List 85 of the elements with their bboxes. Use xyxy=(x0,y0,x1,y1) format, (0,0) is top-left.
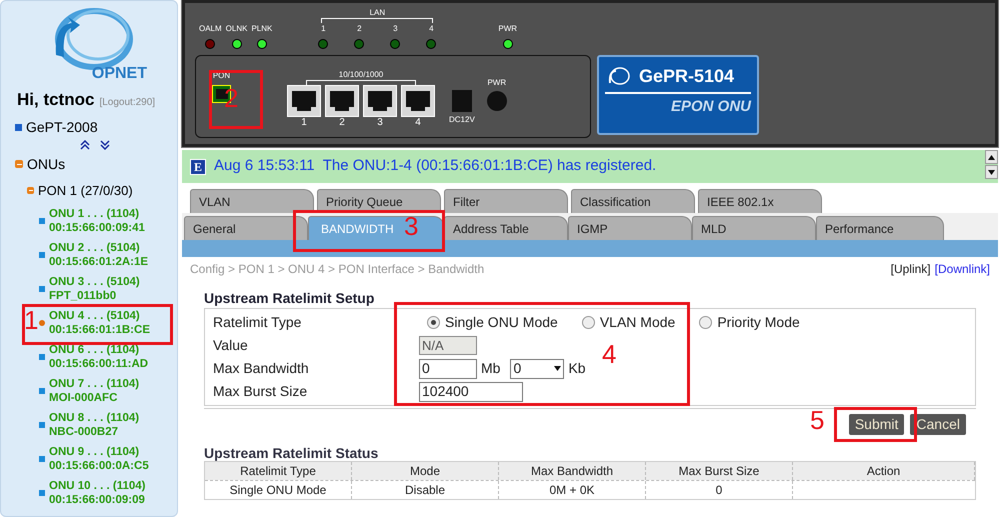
tree-node[interactable]: ONUs xyxy=(27,154,66,174)
radio-option[interactable]: VLAN Mode xyxy=(582,312,676,333)
column-header: Action xyxy=(793,462,975,480)
port-label: DC12V xyxy=(449,114,475,126)
radio-button[interactable] xyxy=(699,316,712,329)
device-icon xyxy=(15,124,22,130)
table-cell: Single ONU Mode xyxy=(205,481,352,499)
radio-option[interactable]: Single ONU Mode xyxy=(427,312,558,333)
port-number: 3 xyxy=(377,117,383,129)
column-header: Ratelimit Type xyxy=(205,462,352,480)
greeting: Hi, tctnoc xyxy=(17,89,94,111)
unit-label: Kb xyxy=(568,359,586,378)
port-number: 1 xyxy=(301,117,307,129)
dropdown[interactable]: 0 xyxy=(510,358,564,378)
tab[interactable]: Address Table xyxy=(444,216,568,240)
callout-number: 1 xyxy=(24,306,38,334)
scroll-down-button[interactable] xyxy=(985,165,998,179)
column-header: Max Burst Size xyxy=(646,462,793,480)
collapse-icon[interactable] xyxy=(27,186,34,194)
radio-option[interactable]: Priority Mode xyxy=(699,312,800,333)
breadcrumb: Config > PON 1 > ONU 4 > PON Interface > Bandwidth xyxy=(190,261,484,278)
value-field: N/A xyxy=(419,336,477,355)
led-label: 2 xyxy=(357,23,362,35)
callout-number: 4 xyxy=(602,340,616,368)
field-label: Max Bandwidth xyxy=(213,359,310,378)
field-label: Value xyxy=(213,336,249,355)
port-label: PWR xyxy=(487,76,506,88)
dc-jack-icon xyxy=(452,90,472,112)
table-cell: 0 xyxy=(646,481,793,499)
tab[interactable]: IGMP xyxy=(568,216,692,240)
tab[interactable]: MLD xyxy=(692,216,816,240)
column-header: Max Bandwidth xyxy=(499,462,646,480)
event-badge: E xyxy=(190,158,206,174)
section-title: Upstream Ratelimit Setup xyxy=(204,290,376,306)
led-label: LAN xyxy=(370,8,386,18)
radio-button[interactable] xyxy=(582,316,595,329)
action-button[interactable]: Cancel xyxy=(910,414,966,435)
tab[interactable]: General xyxy=(184,216,308,240)
tab[interactable]: VLAN xyxy=(190,189,314,213)
section-title: Upstream Ratelimit Status xyxy=(204,445,380,461)
port-number: 2 xyxy=(339,117,345,129)
callout-number: 2 xyxy=(224,84,238,112)
highlight-frame xyxy=(209,70,263,129)
field-label: Max Burst Size xyxy=(213,382,308,401)
device-name[interactable]: GePT-2008 xyxy=(26,116,98,138)
tree-node[interactable]: PON 1 (27/0/30) xyxy=(38,180,133,200)
collapse-all-icon[interactable] xyxy=(80,140,90,150)
field-label: Ratelimit Type xyxy=(213,313,302,332)
event-message: Aug 6 15:53:11 The ONU:1-4 (00:15:66:01:1B:CE) has registered. xyxy=(214,156,656,176)
action-button[interactable]: Submit xyxy=(848,414,904,435)
tab[interactable]: Performance xyxy=(816,216,944,240)
power-button-icon xyxy=(486,90,507,110)
table-cell: 0M + 0K xyxy=(499,481,646,499)
model-subtitle: EPON ONU xyxy=(670,97,751,117)
ethernet-port-icon xyxy=(325,85,359,117)
led-label: PLNK xyxy=(251,23,272,35)
ethernet-port-icon xyxy=(363,85,397,117)
led-label: 4 xyxy=(429,23,434,35)
callout-number: 5 xyxy=(810,406,824,434)
input-field[interactable]: 102400 xyxy=(419,382,523,402)
input-field[interactable]: 0 xyxy=(419,358,477,378)
led-label: 3 xyxy=(393,23,398,35)
collapse-icon[interactable] xyxy=(15,160,23,168)
led-label: 1 xyxy=(321,23,326,35)
tab[interactable]: Classification xyxy=(571,189,695,213)
expand-all-icon[interactable] xyxy=(100,140,110,150)
scroll-up-icon xyxy=(988,154,995,160)
port-label: 10/100/1000 xyxy=(338,70,384,80)
model-name: GePR-5104 xyxy=(639,65,734,88)
table-cell: Disable xyxy=(352,481,499,499)
column-header: Mode xyxy=(352,462,499,480)
direction-link[interactable]: [Uplink] xyxy=(890,260,931,278)
unit-label: Mb xyxy=(481,359,500,378)
led-label: PWR xyxy=(498,23,518,35)
led-label: OALM xyxy=(199,23,222,35)
brand-name: OPNET xyxy=(92,65,147,83)
port-number: 4 xyxy=(415,117,421,129)
dropdown-arrow-icon xyxy=(554,366,562,371)
tab[interactable]: Filter xyxy=(444,189,568,213)
dropdown-arrow-icon xyxy=(988,170,995,174)
led-label: OLNK xyxy=(226,23,248,35)
radio-button[interactable] xyxy=(427,316,440,329)
scroll-up-button[interactable] xyxy=(985,150,998,164)
direction-link[interactable]: [Downlink] xyxy=(934,260,990,278)
tab[interactable]: IEEE 802.1x xyxy=(698,189,822,213)
